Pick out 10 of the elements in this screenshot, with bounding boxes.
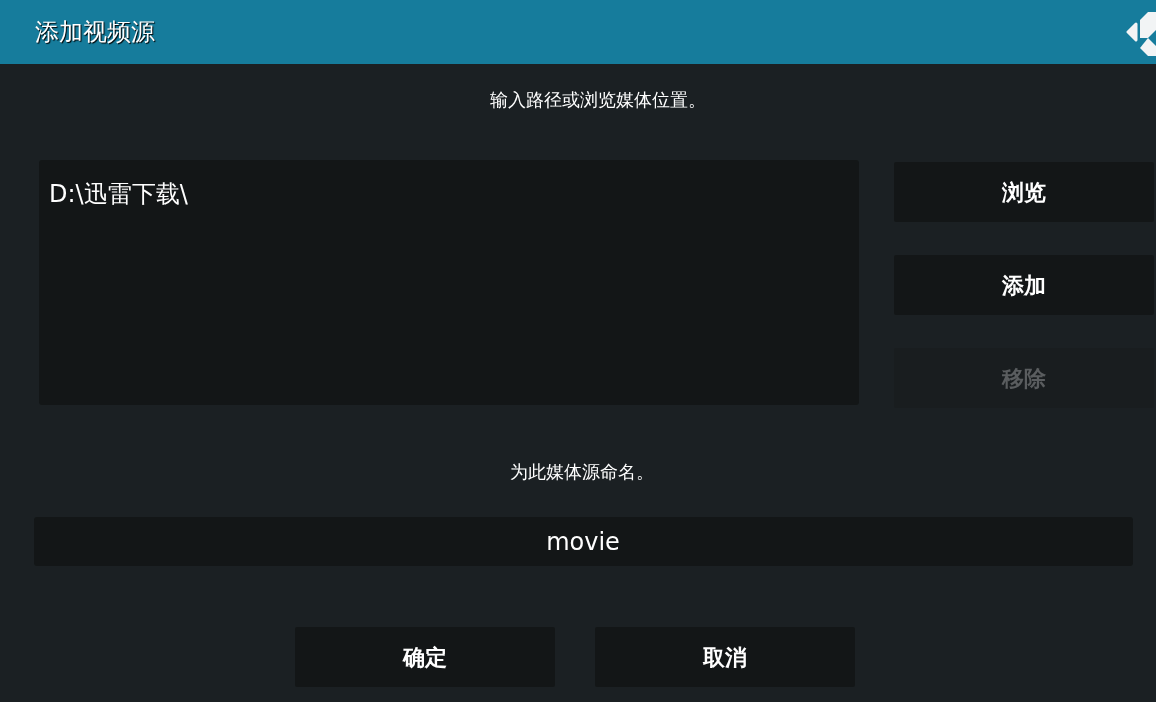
side-button[interactable]: 添加 <box>894 255 1154 315</box>
path-list[interactable]: D:\迅雷下载\ <box>39 160 859 405</box>
window-title: 添加视频源 <box>35 17 155 48</box>
dialog-button[interactable]: 取消 <box>595 627 855 687</box>
path-item[interactable]: D:\迅雷下载\ <box>49 178 188 210</box>
name-field[interactable]: movie <box>33 517 1133 566</box>
side-button[interactable]: 浏览 <box>894 162 1154 222</box>
name-prompt: 为此媒体源命名。 <box>509 460 654 484</box>
path-prompt: 输入路径或浏览媒体位置。 <box>489 88 706 112</box>
dialog-button[interactable]: 确定 <box>295 627 555 687</box>
